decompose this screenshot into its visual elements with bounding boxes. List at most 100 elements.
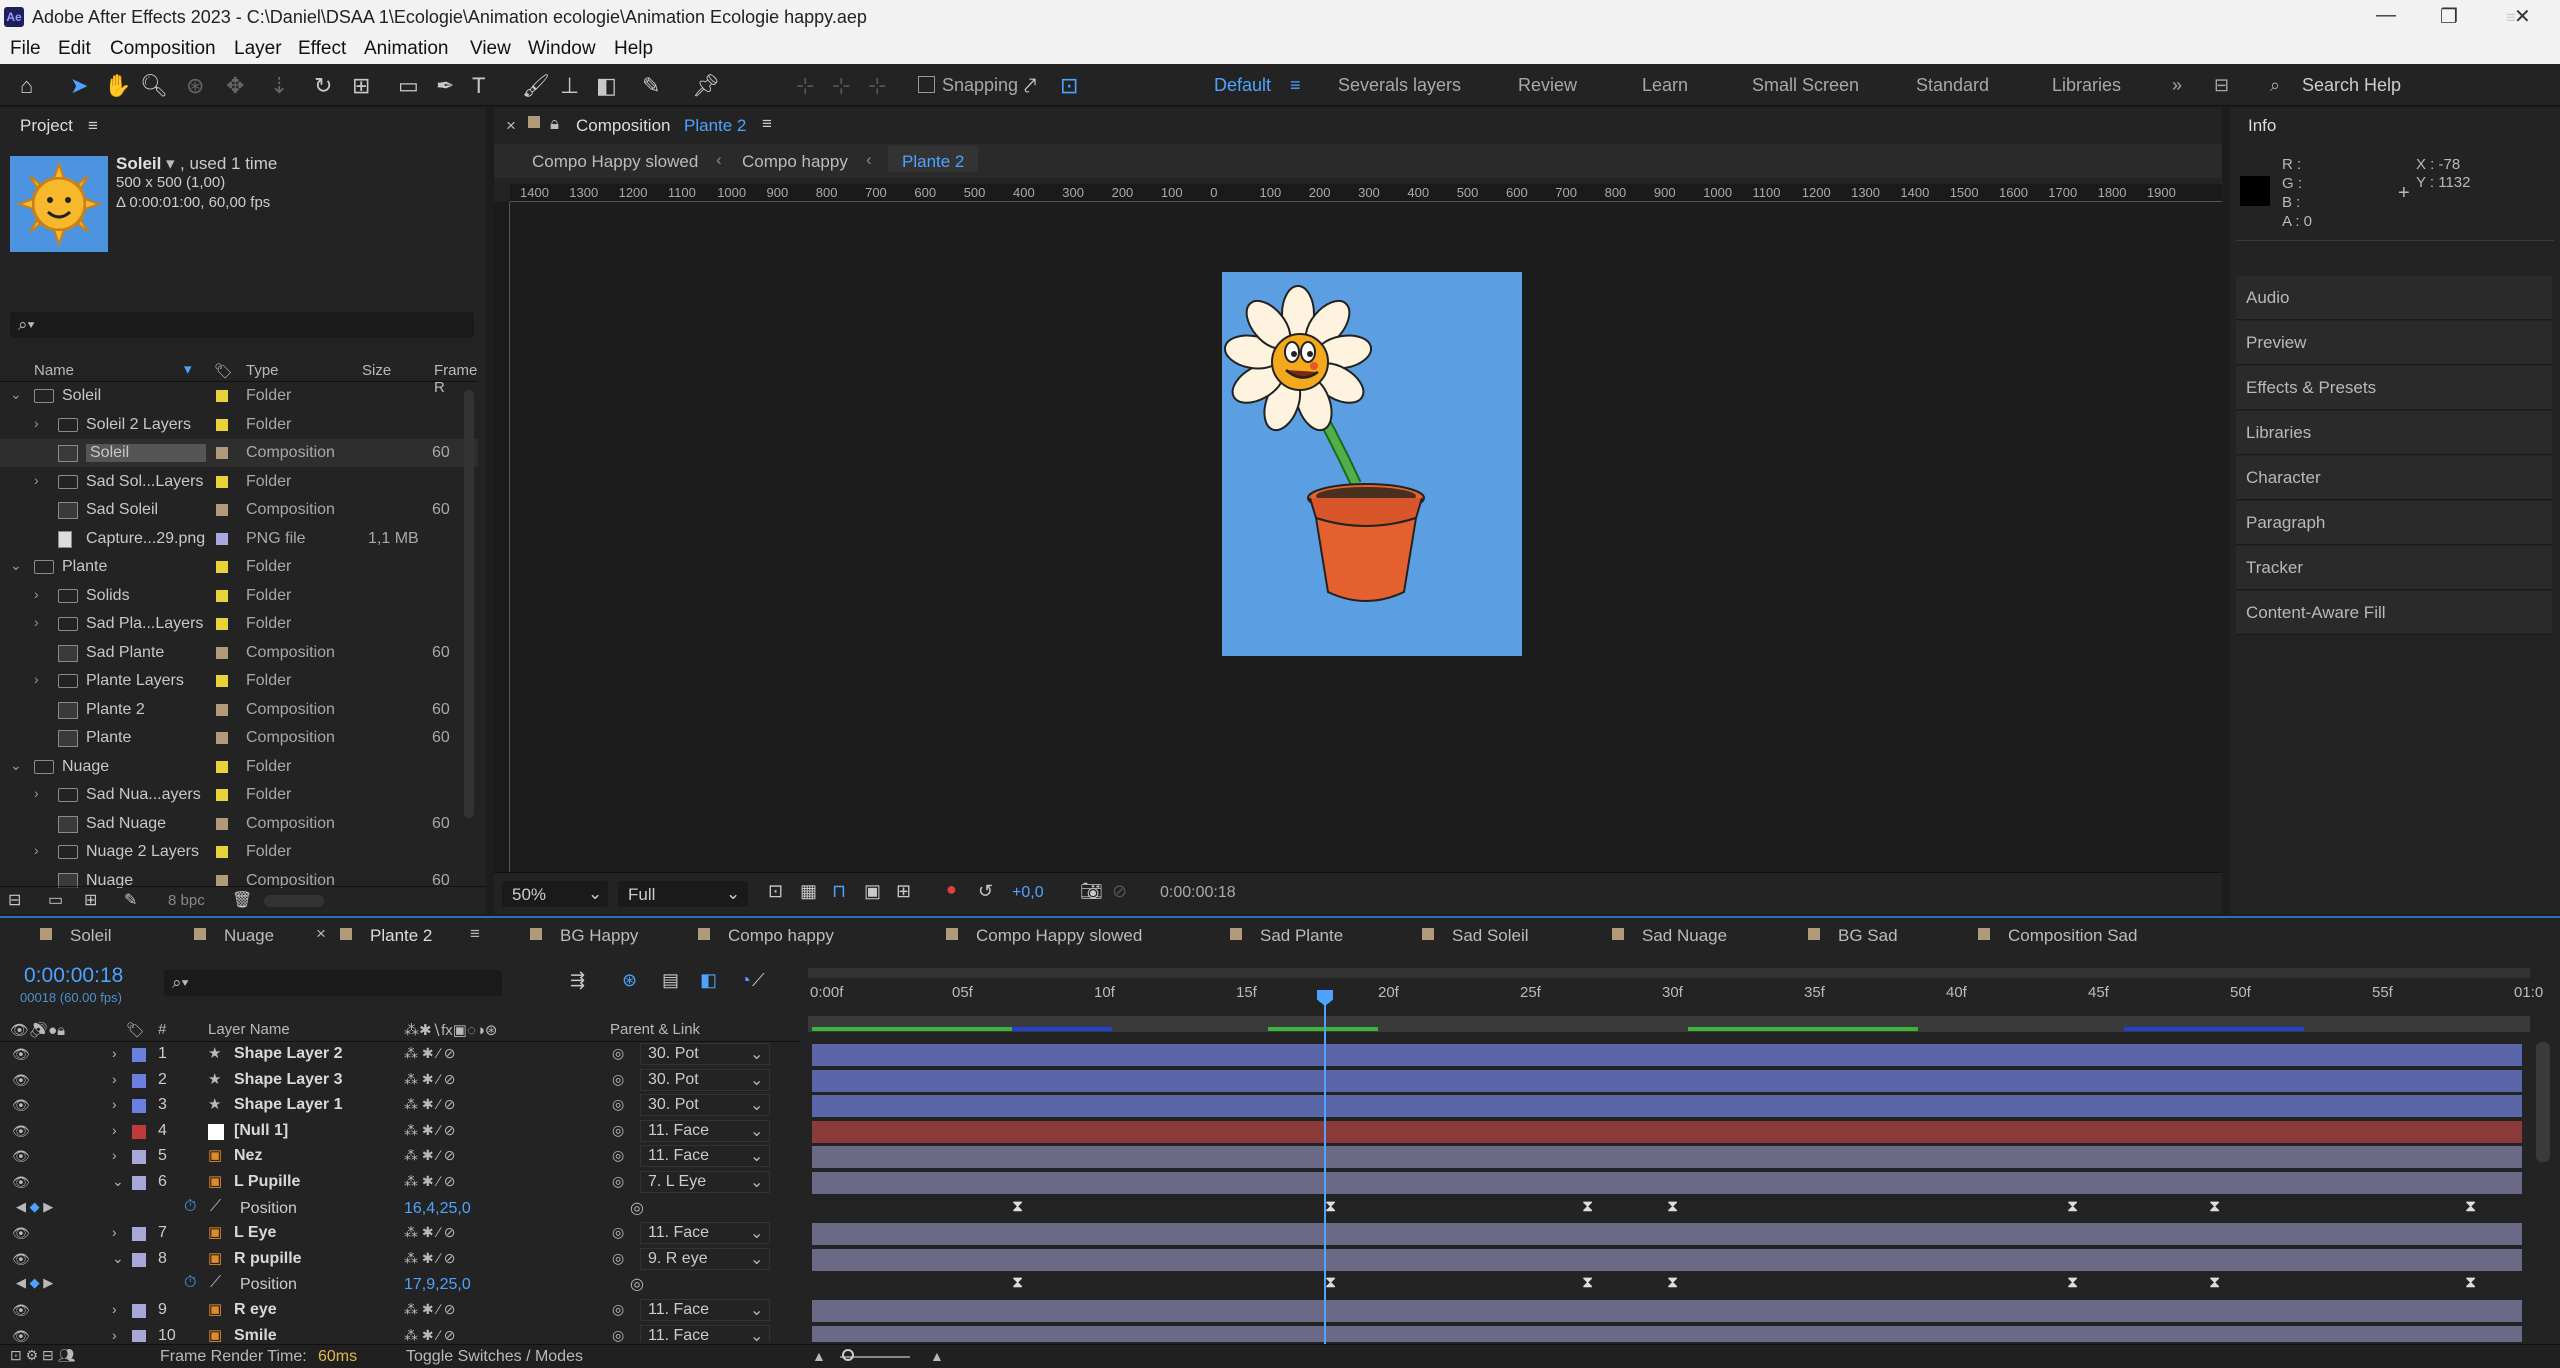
project-item-comp[interactable]: Plante 2 Composition 60 [0, 696, 478, 724]
column-layer-name[interactable]: Layer Name [208, 1021, 290, 1038]
project-search-input[interactable]: ⌕▾ [10, 312, 474, 338]
crumb-compo-happy[interactable]: Compo happy [742, 152, 848, 172]
comp-tab-name[interactable]: Plante 2 [684, 116, 746, 136]
tab-audio[interactable]: Audio [2236, 276, 2552, 320]
type-tool-icon[interactable]: T [472, 73, 485, 99]
project-item-folder[interactable]: › Sad Nua...ayers Folder [0, 781, 478, 809]
project-panel-title[interactable]: Project [20, 116, 73, 136]
layer-duration-bar[interactable] [812, 1223, 2522, 1246]
menu-view[interactable]: View [470, 38, 511, 60]
transparency-grid-icon[interactable]: ▦ [800, 881, 817, 902]
menu-composition[interactable]: Composition [110, 38, 216, 60]
zoom-tool-icon[interactable]: 🔍︎ [140, 73, 168, 99]
label-swatch[interactable] [216, 618, 228, 630]
tab-content-aware-fill[interactable]: Content-Aware Fill [2236, 591, 2552, 635]
label-swatch[interactable] [216, 789, 228, 801]
clone-stamp-icon[interactable]: ⊥ [560, 73, 579, 99]
project-item-comp[interactable]: Sad Nuage Composition 60 [0, 810, 478, 838]
menu-file[interactable]: File [10, 38, 41, 60]
column-number[interactable]: # [158, 1021, 166, 1038]
project-item-file[interactable]: Capture...29.png PNG file 1,1 MB [0, 525, 478, 553]
roto-brush-icon[interactable]: ✎ [642, 73, 660, 99]
toggle-switches-modes[interactable]: Toggle Switches / Modes [406, 1348, 583, 1366]
bit-depth[interactable]: 8 bpc [168, 892, 205, 909]
chevron-right-icon[interactable]: › [34, 415, 39, 431]
info-panel-title[interactable]: Info [2248, 116, 2276, 136]
workspace-standard[interactable]: Standard [1916, 75, 1989, 96]
label-swatch[interactable] [216, 475, 228, 488]
layer-duration-bar[interactable] [812, 1069, 2522, 1092]
rotate-tool-icon[interactable]: ↻ [314, 73, 332, 99]
menu-animation[interactable]: Animation [364, 38, 449, 60]
keyframe-icon[interactable]: ⧗ [2465, 1198, 2476, 1216]
time-ruler[interactable]: 0:00f 05f 10f 15f 20f 25f 30f 35f 40f 45f 50f 55f 01… [0, 918, 2560, 1018]
minimize-icon[interactable]: — [2376, 4, 2396, 27]
selection-tool-icon[interactable]: ➤ [70, 73, 88, 99]
layer-duration-bar[interactable] [812, 1300, 2522, 1322]
layer-duration-bar[interactable] [812, 1095, 2522, 1118]
project-item-comp[interactable]: Sad Soleil Composition 60 [0, 496, 478, 524]
zoom-select[interactable]: 50% ⌄ [502, 881, 608, 907]
workspace-default[interactable]: Default [1214, 75, 1271, 96]
axis-view-icon[interactable]: ⊹ [868, 73, 886, 99]
zoom-in-icon[interactable]: ▲ [930, 1348, 944, 1364]
panel-menu-icon[interactable]: ≡ [88, 116, 98, 136]
keyframe-icon[interactable]: ⧗ [2067, 1198, 2078, 1216]
project-item-folder[interactable]: › Sad Pla...Layers Folder [0, 610, 478, 638]
chevron-right-icon[interactable]: › [34, 586, 39, 602]
comp-canvas[interactable] [1222, 272, 1522, 656]
menu-edit[interactable]: Edit [58, 38, 91, 60]
orbit-tool-icon[interactable]: ⊛ [186, 73, 204, 99]
label-swatch[interactable] [216, 390, 228, 402]
axis-local-icon[interactable]: ⊹ [796, 73, 814, 99]
pan-behind-tool-icon[interactable]: ⊞ [352, 73, 370, 99]
project-item-comp[interactable]: Plante Composition 60 [0, 724, 478, 752]
more-workspaces-icon[interactable]: » [2172, 75, 2182, 96]
workspace-small-screen[interactable]: Small Screen [1752, 75, 1859, 96]
workspace-learn[interactable]: Learn [1642, 75, 1688, 96]
keyframe-icon[interactable]: ⧗ [1325, 1274, 1336, 1292]
column-type[interactable]: Type [246, 362, 279, 379]
label-swatch[interactable] [216, 447, 228, 459]
project-settings-icon[interactable]: ✎ [124, 890, 137, 910]
rectangle-tool-icon[interactable]: ▭ [398, 73, 419, 99]
chevron-right-icon[interactable]: › [34, 614, 39, 630]
keyframe-icon[interactable]: ⧗ [2209, 1274, 2220, 1292]
search-icon[interactable]: ⌕ [2270, 75, 2280, 96]
layer-duration-bar[interactable] [812, 1044, 2522, 1066]
close-icon[interactable]: ✕ [2514, 4, 2531, 29]
project-item-folder[interactable]: ⌄ Plante Folder [0, 553, 478, 581]
project-item-folder[interactable]: › Nuage 2 Layers Folder [0, 838, 478, 866]
keyframe-icon[interactable]: ⧗ [1667, 1274, 1678, 1292]
resolution-select[interactable]: Full ⌄ [618, 881, 748, 907]
snap-target-icon[interactable]: ⊡ [1060, 73, 1078, 99]
puppet-tool-icon[interactable]: 📌︎ [692, 73, 720, 99]
timeline-scrollbar[interactable] [2536, 1042, 2550, 1162]
chevron-down-icon[interactable]: ⌄ [10, 386, 22, 403]
column-parent-link[interactable]: Parent & Link [610, 1021, 700, 1038]
brush-tool-icon[interactable]: 🖌︎ [522, 73, 550, 99]
label-swatch[interactable] [216, 817, 228, 830]
tab-paragraph[interactable]: Paragraph [2236, 501, 2552, 545]
delete-icon[interactable]: 🗑︎ [232, 890, 252, 910]
new-composition-icon[interactable]: ⊞ [84, 890, 97, 910]
label-swatch[interactable] [216, 732, 228, 744]
label-swatch[interactable] [216, 675, 228, 687]
snapshot-icon[interactable]: 📷︎ [1080, 881, 1103, 902]
chevron-right-icon[interactable]: › [34, 842, 39, 858]
home-icon[interactable]: ⌂ [20, 73, 33, 99]
workspace-menu-icon[interactable]: ≡ [1290, 75, 1301, 96]
tab-character[interactable]: Character [2236, 456, 2552, 500]
chevron-down-icon[interactable]: ⌄ [10, 557, 22, 574]
fast-preview-icon[interactable]: ⊡ [768, 881, 783, 902]
region-of-interest-icon[interactable]: ▣ [864, 881, 881, 902]
layer-duration-bar[interactable] [812, 1172, 2522, 1194]
mask-visibility-icon[interactable]: ⊓ [832, 881, 846, 902]
keyframe-icon[interactable]: ⧗ [2209, 1198, 2220, 1216]
project-item-comp[interactable]: Nuage Composition 60 [0, 867, 478, 888]
keyframe-icon[interactable]: ⧗ [1012, 1274, 1023, 1292]
dolly-tool-icon[interactable]: ⇣ [270, 73, 288, 99]
tab-tracker[interactable]: Tracker [2236, 546, 2552, 590]
grid-guides-icon[interactable]: ⊞ [896, 881, 911, 902]
playhead-line[interactable] [1324, 990, 1326, 1346]
